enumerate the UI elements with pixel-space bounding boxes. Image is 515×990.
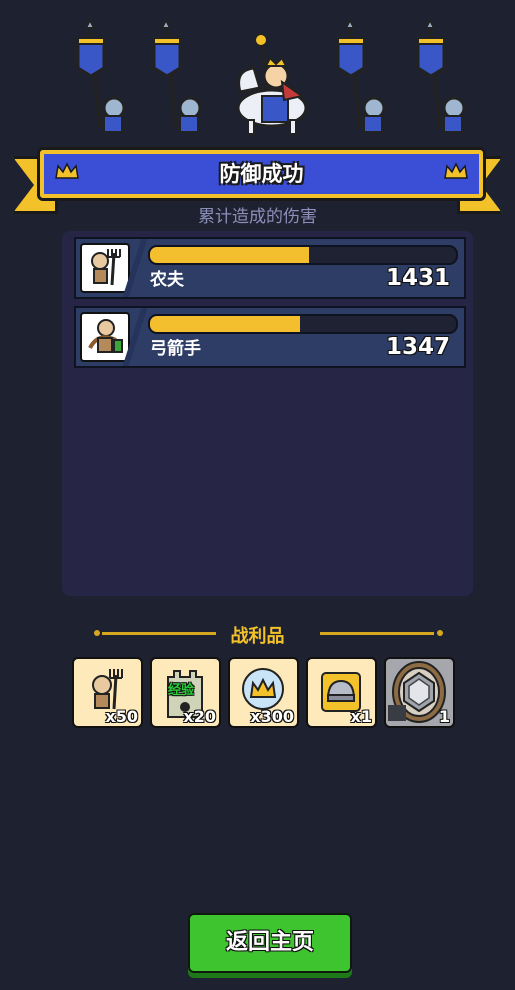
damage-bar xyxy=(148,314,458,334)
damage-subtitle: 累计造成的伤害 xyxy=(198,207,317,227)
damage-bar xyxy=(148,245,458,265)
victory-banner: 防御成功 xyxy=(40,150,483,198)
farmer-avatar xyxy=(80,243,130,293)
banner-title: 防御成功 xyxy=(219,162,304,186)
loot-item-tower-exp[interactable]: 经验 x20 xyxy=(150,657,221,728)
banner-bearer-icon xyxy=(336,17,386,133)
archer-icon xyxy=(88,319,123,353)
return-home-button[interactable]: 返回主页 xyxy=(188,913,352,973)
unit-damage-value: 1347 xyxy=(385,334,450,360)
crown-icon xyxy=(444,162,468,179)
banner-bearer-icon xyxy=(416,17,466,133)
loot-count: x300 xyxy=(250,707,294,726)
loot-item-viking-helmet[interactable]: x1 xyxy=(306,657,377,728)
troops-illustration xyxy=(76,17,466,135)
loot-count: x20 xyxy=(183,707,216,726)
loot-item-farmer[interactable]: x50 xyxy=(72,657,143,728)
divider-line xyxy=(320,632,434,635)
return-home-label: 返回主页 xyxy=(225,930,314,955)
loot-item-gem-shield[interactable]: 1 xyxy=(384,657,455,728)
damage-bar-fill xyxy=(150,316,300,332)
divider-dot xyxy=(437,630,443,636)
damage-row-farmer: 农夫 1431 xyxy=(74,237,466,299)
banner-bearer-icon xyxy=(152,17,202,133)
farmer-icon xyxy=(91,249,121,286)
banner-bearer-icon xyxy=(76,17,126,133)
loot-item-crown-coin[interactable]: x300 xyxy=(228,657,299,728)
unit-damage-value: 1431 xyxy=(385,265,450,291)
archer-avatar xyxy=(80,312,130,362)
loot-count: x50 xyxy=(105,707,138,726)
damage-row-archer: 弓箭手 1347 xyxy=(74,306,466,368)
unit-name: 农夫 xyxy=(150,270,184,290)
unit-name: 弓箭手 xyxy=(150,339,201,359)
exp-label: 经验 xyxy=(168,683,195,698)
damage-bar-fill xyxy=(150,247,310,263)
loot-count: x1 xyxy=(350,707,372,726)
king-on-horse-icon xyxy=(236,33,308,135)
loot-count: 1 xyxy=(438,707,450,726)
